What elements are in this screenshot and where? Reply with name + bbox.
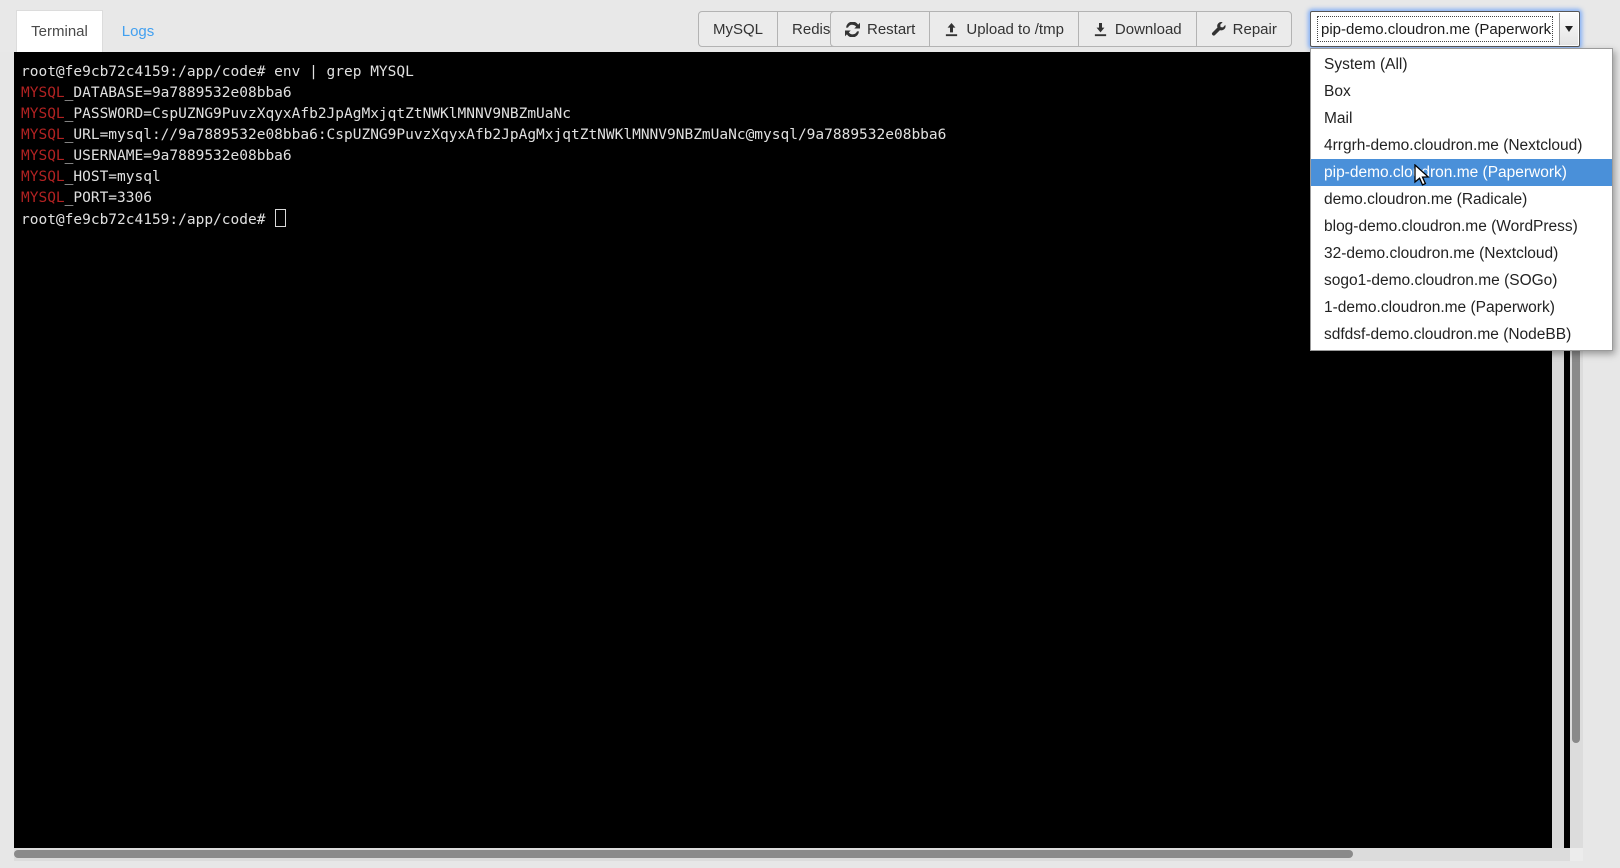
upload-icon	[944, 22, 959, 37]
dropdown-option[interactable]: blog-demo.cloudron.me (WordPress)	[1311, 213, 1612, 240]
mysql-button[interactable]: MySQL	[698, 11, 778, 47]
terminal-line: MYSQL_HOST=mysql	[21, 167, 946, 188]
button-label: Restart	[867, 21, 915, 38]
dropdown-option[interactable]: demo.cloudron.me (Radicale)	[1311, 186, 1612, 213]
terminal-text: root@fe9cb72c4159:/app/code# env | grep …	[21, 62, 946, 231]
tab-logs[interactable]: Logs	[107, 10, 169, 52]
terminal-line: MYSQL_PASSWORD=CspUZNG9PuvzXqyxAfb2JpAgM…	[21, 104, 946, 125]
download-button[interactable]: Download	[1078, 11, 1197, 47]
horizontal-scrollbar-track[interactable]	[14, 848, 1570, 861]
terminal-line: root@fe9cb72c4159:/app/code# env | grep …	[21, 62, 946, 83]
dropdown-option[interactable]: 4rrgrh-demo.cloudron.me (Nextcloud)	[1311, 132, 1612, 159]
terminal-cursor	[275, 209, 286, 227]
scrollbar-corner	[1570, 848, 1583, 861]
dropdown-option[interactable]: Mail	[1311, 105, 1612, 132]
action-button-group: Restart Upload to /tmp Download Repair	[830, 11, 1292, 47]
wrench-icon	[1211, 22, 1226, 37]
terminal-line: MYSQL_URL=mysql://9a7889532e08bba6:CspUZ…	[21, 125, 946, 146]
dropdown-option[interactable]: 1-demo.cloudron.me (Paperwork)	[1311, 294, 1612, 321]
app-select[interactable]: pip-demo.cloudron.me (Paperwork	[1310, 11, 1580, 47]
dropdown-option[interactable]: sdfdsf-demo.cloudron.me (NodeBB)	[1311, 321, 1612, 348]
upload-to-tmp-button[interactable]: Upload to /tmp	[929, 11, 1079, 47]
cloudron-terminal-page: Terminal Logs MySQL Redis Restart Upload t…	[0, 0, 1620, 868]
app-select-value: pip-demo.cloudron.me (Paperwork	[1317, 16, 1553, 42]
dropdown-option[interactable]: pip-demo.cloudron.me (Paperwork)	[1311, 159, 1612, 186]
dropdown-option[interactable]: sogo1-demo.cloudron.me (SOGo)	[1311, 267, 1612, 294]
horizontal-scrollbar-thumb[interactable]	[14, 850, 1353, 858]
tab-terminal[interactable]: Terminal	[16, 10, 103, 52]
caret-down-icon[interactable]	[1559, 13, 1578, 45]
database-button-group: MySQL Redis	[698, 11, 845, 47]
button-label: Redis	[792, 21, 830, 38]
terminal-line: MYSQL_USERNAME=9a7889532e08bba6	[21, 146, 946, 167]
restart-button[interactable]: Restart	[830, 11, 930, 47]
header-bar: Terminal Logs MySQL Redis Restart Upload t…	[0, 0, 1620, 52]
terminal-line: MYSQL_PORT=3306	[21, 188, 946, 209]
terminal-line: root@fe9cb72c4159:/app/code#	[21, 209, 946, 231]
app-select-dropdown: System (All)BoxMail4rrgrh-demo.cloudron.…	[1310, 48, 1613, 351]
dropdown-option[interactable]: System (All)	[1311, 51, 1612, 78]
terminal-line: MYSQL_DATABASE=9a7889532e08bba6	[21, 83, 946, 104]
refresh-icon	[845, 22, 860, 37]
repair-button[interactable]: Repair	[1196, 11, 1292, 47]
button-label: Download	[1115, 21, 1182, 38]
button-label: Repair	[1233, 21, 1277, 38]
download-icon	[1093, 22, 1108, 37]
dropdown-option[interactable]: 32-demo.cloudron.me (Nextcloud)	[1311, 240, 1612, 267]
button-label: Upload to /tmp	[966, 21, 1064, 38]
dropdown-option[interactable]: Box	[1311, 78, 1612, 105]
button-label: MySQL	[713, 21, 763, 38]
